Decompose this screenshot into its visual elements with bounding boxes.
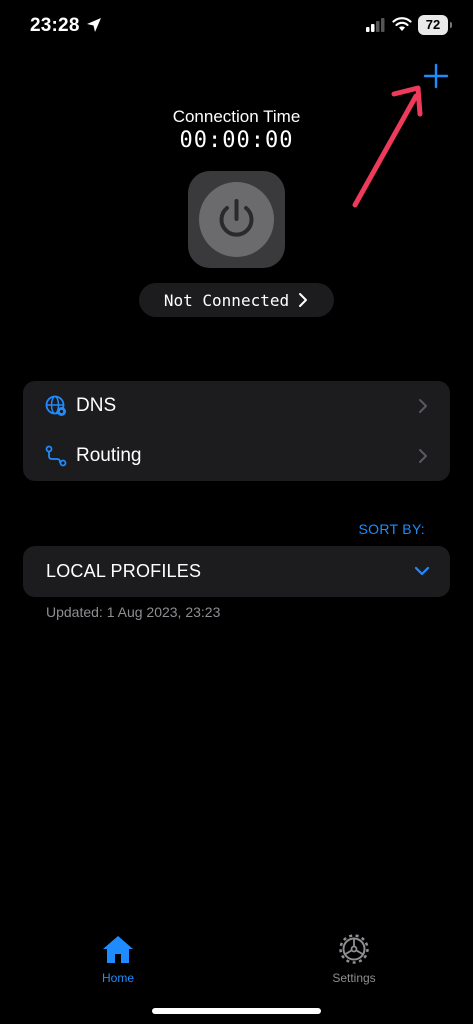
home-indicator — [152, 1008, 321, 1014]
profiles-updated-text: Updated: 1 Aug 2023, 23:23 — [46, 604, 221, 620]
globe-gear-icon — [45, 395, 66, 416]
chevron-right-icon — [419, 399, 427, 413]
route-icon — [45, 445, 67, 467]
status-bar: 23:28 72 — [0, 0, 473, 52]
routing-row[interactable]: Routing — [23, 431, 450, 481]
wifi-icon — [392, 17, 412, 31]
gear-icon — [339, 934, 369, 964]
tab-settings-label: Settings — [332, 971, 376, 985]
connection-status-button[interactable]: Not Connected — [139, 283, 334, 317]
house-icon — [103, 936, 133, 963]
battery-indicator: 72 — [418, 15, 452, 35]
local-profiles-dropdown[interactable]: LOCAL PROFILES — [23, 546, 450, 597]
local-profiles-label: LOCAL PROFILES — [46, 561, 202, 581]
tab-home-label: Home — [101, 971, 134, 985]
connection-status-text: Not Connected — [163, 290, 290, 310]
settings-card: DNS Routing — [23, 381, 450, 481]
power-button[interactable] — [188, 171, 285, 268]
dns-row[interactable]: DNS — [23, 381, 450, 431]
sort-by-button[interactable]: SORT BY: — [359, 521, 425, 537]
location-arrow-icon — [87, 18, 101, 32]
chevron-down-icon — [414, 566, 430, 576]
chevron-right-icon — [299, 293, 308, 307]
tab-home[interactable]: Home — [68, 934, 168, 985]
connection-time-value: 00:00:00 — [179, 128, 294, 153]
status-time: 23:28 — [30, 15, 80, 36]
tab-settings[interactable]: Settings — [304, 934, 404, 985]
connection-time-label: Connection Time — [172, 107, 301, 126]
chevron-right-icon — [419, 449, 427, 463]
routing-label: Routing — [76, 445, 142, 466]
dns-label: DNS — [76, 395, 117, 416]
cellular-signal-icon — [366, 18, 385, 32]
power-icon — [219, 199, 254, 237]
